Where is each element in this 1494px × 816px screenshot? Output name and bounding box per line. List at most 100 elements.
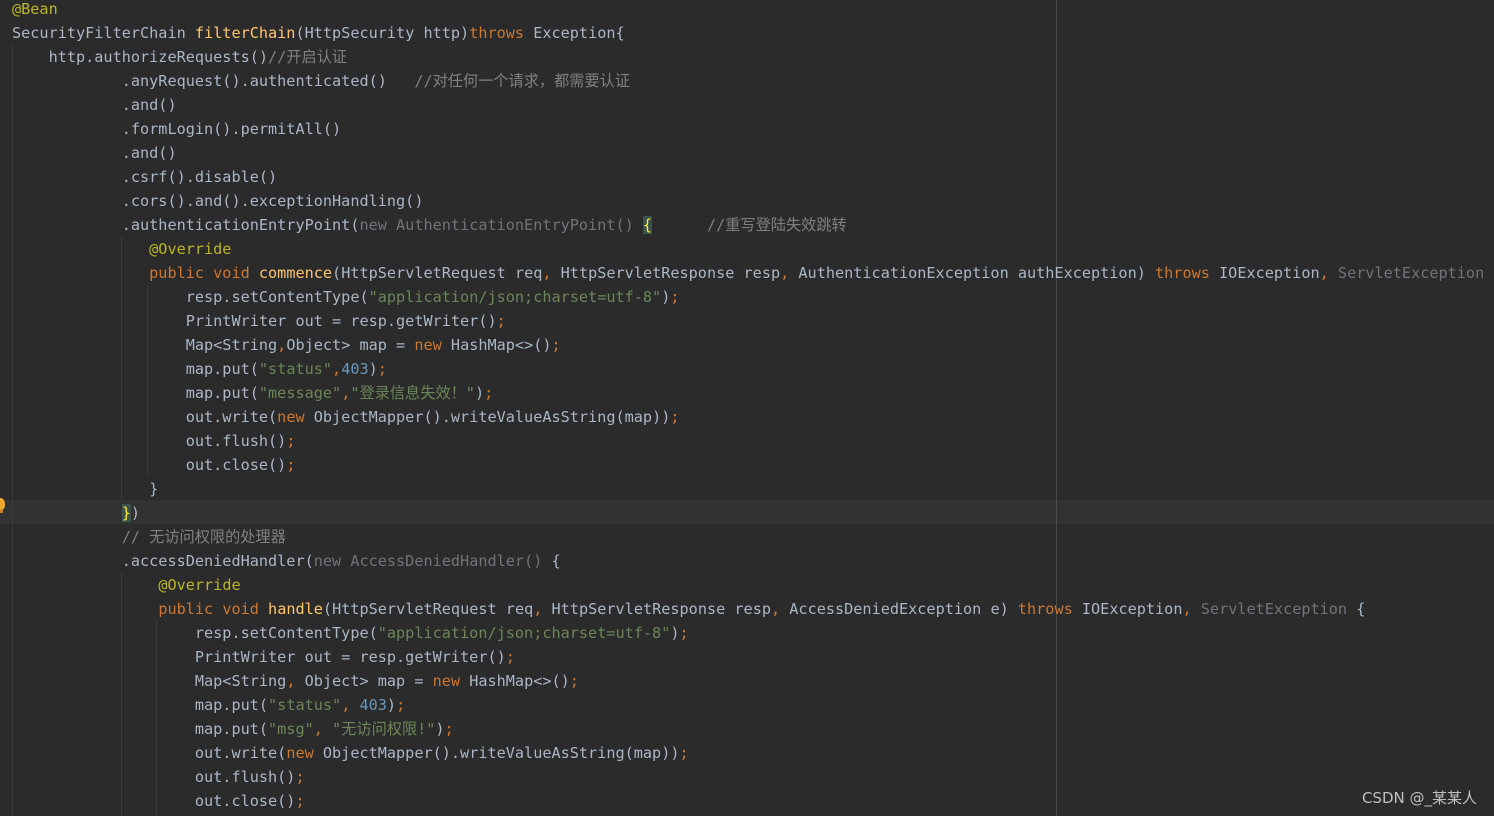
code-token: // 无访问权限的处理器 <box>121 528 286 546</box>
code-line[interactable]: } <box>12 477 158 501</box>
code-line[interactable]: }) <box>12 501 140 525</box>
code-token: , <box>780 264 799 282</box>
watermark: CSDN @_某某人 <box>1361 789 1477 807</box>
code-token: ) <box>670 624 680 642</box>
code-line[interactable]: PrintWriter out = resp.getWriter(); <box>12 645 515 669</box>
code-line[interactable]: out.write(new ObjectMapper().writeValueA… <box>12 405 680 429</box>
code-line[interactable]: SecurityFilterChain filterChain(HttpSecu… <box>12 21 625 45</box>
code-token: "status" <box>258 360 333 378</box>
code-token: resp.setContentType( <box>12 624 378 642</box>
code-line[interactable]: map.put("message","登录信息失效！"); <box>12 381 494 405</box>
code-token: 403 <box>341 360 369 378</box>
code-line[interactable]: out.close(); <box>12 789 305 813</box>
code-line[interactable]: .and() <box>12 93 177 117</box>
code-token: , <box>332 360 342 378</box>
code-token: "登录信息失效！" <box>350 384 475 402</box>
code-token: .authenticationEntryPoint( <box>12 216 360 234</box>
code-token: ; <box>551 336 561 354</box>
code-token: @Override <box>149 240 232 258</box>
code-line[interactable]: map.put("status",403); <box>12 357 387 381</box>
code-token: "status" <box>268 696 342 714</box>
code-token: public void <box>158 600 269 618</box>
code-token: "application/json;charset=utf-8" <box>377 624 671 642</box>
code-token: out.flush() <box>12 432 287 450</box>
code-token: out.flush() <box>12 768 296 786</box>
code-token: ) <box>130 504 141 522</box>
code-token: ; <box>396 696 406 714</box>
code-line[interactable]: out.close(); <box>12 453 296 477</box>
code-token: new <box>432 672 470 690</box>
code-line[interactable]: .anyRequest().authenticated() //对任何一个请求，… <box>12 69 630 93</box>
code-token: ; <box>496 312 506 330</box>
code-line[interactable]: @Override <box>12 237 231 261</box>
code-line[interactable]: resp.setContentType("application/json;ch… <box>12 621 689 645</box>
code-token: throws <box>469 24 534 42</box>
code-line[interactable]: map.put("status", 403); <box>12 693 405 717</box>
code-line[interactable]: resp.setContentType("application/json;ch… <box>12 285 680 309</box>
code-token: "msg" <box>268 720 314 738</box>
code-token: "application/json;charset=utf-8" <box>368 288 662 306</box>
code-line[interactable]: .formLogin().permitAll() <box>12 117 341 141</box>
code-token: PrintWriter out = resp.getWriter() <box>12 648 506 666</box>
right-margin-guide <box>1056 0 1057 816</box>
code-token: new <box>286 744 323 762</box>
code-token: //开启认证 <box>268 48 348 66</box>
code-token: .formLogin().permitAll() <box>12 120 342 138</box>
current-line-highlight <box>0 500 1494 524</box>
code-line[interactable]: out.flush(); <box>12 765 305 789</box>
code-line[interactable]: .accessDeniedHandler(new AccessDeniedHan… <box>12 549 561 573</box>
code-token: , <box>542 264 561 282</box>
code-editor[interactable]: @Bean SecurityFilterChain filterChain(Htt… <box>0 0 1494 816</box>
code-line[interactable]: out.flush(); <box>12 429 296 453</box>
code-token: ; <box>295 768 305 786</box>
code-line[interactable]: // 无访问权限的处理器 <box>12 525 286 549</box>
code-line[interactable]: public void handle(HttpServletRequest re… <box>12 597 1365 621</box>
code-token: .csrf().disable() <box>12 168 278 186</box>
code-token: new <box>277 408 314 426</box>
code-token: new AccessDeniedHandler() <box>313 552 552 570</box>
code-line[interactable]: PrintWriter out = resp.getWriter(); <box>12 309 506 333</box>
code-token: 403 <box>359 696 387 714</box>
code-token: ; <box>679 624 689 642</box>
code-token: Object> map = <box>304 672 433 690</box>
code-token: ; <box>444 720 454 738</box>
code-token: resp.setContentType( <box>12 288 369 306</box>
code-token: @Override <box>158 576 241 594</box>
code-line[interactable]: @Bean <box>12 0 58 21</box>
code-token: SecurityFilterChain <box>12 24 195 42</box>
code-line[interactable]: Map<String, Object> map = new HashMap<>(… <box>12 669 579 693</box>
code-token: Exception{ <box>533 24 625 42</box>
code-line[interactable]: .cors().and().exceptionHandling() <box>12 189 424 213</box>
code-token: new <box>414 336 451 354</box>
code-token: Map<String <box>12 336 278 354</box>
code-line[interactable]: map.put("msg", "无访问权限!"); <box>12 717 454 741</box>
code-token: ServletException <box>1200 600 1357 618</box>
code-token: out.close() <box>12 456 287 474</box>
code-line[interactable]: Map<String,Object> map = new HashMap<>()… <box>12 333 561 357</box>
code-line[interactable]: public void commence(HttpServletRequest … <box>12 261 1494 285</box>
code-token: out.write( <box>12 744 287 762</box>
code-line[interactable]: .authenticationEntryPoint(new Authentica… <box>12 213 847 237</box>
code-token: , <box>533 600 552 618</box>
code-token: HashMap<>() <box>450 336 552 354</box>
code-line[interactable]: out.write(new ObjectMapper().writeValueA… <box>12 741 689 765</box>
code-line[interactable]: @Override <box>12 573 241 597</box>
code-token: , <box>1182 600 1201 618</box>
code-line[interactable]: http.authorizeRequests()//开启认证 <box>12 45 348 69</box>
code-token: map.put( <box>12 360 259 378</box>
code-token: map.put( <box>12 384 259 402</box>
code-token: , <box>313 720 333 738</box>
code-token: Map<String <box>12 672 287 690</box>
code-token: } <box>121 504 131 522</box>
code-token: ) <box>368 360 378 378</box>
code-line[interactable]: .csrf().disable() <box>12 165 277 189</box>
code-line[interactable]: .and() <box>12 141 177 165</box>
code-token: handle <box>268 600 323 618</box>
code-token: out.close() <box>12 792 296 810</box>
code-token: map.put( <box>12 720 269 738</box>
code-token: { <box>642 216 653 234</box>
